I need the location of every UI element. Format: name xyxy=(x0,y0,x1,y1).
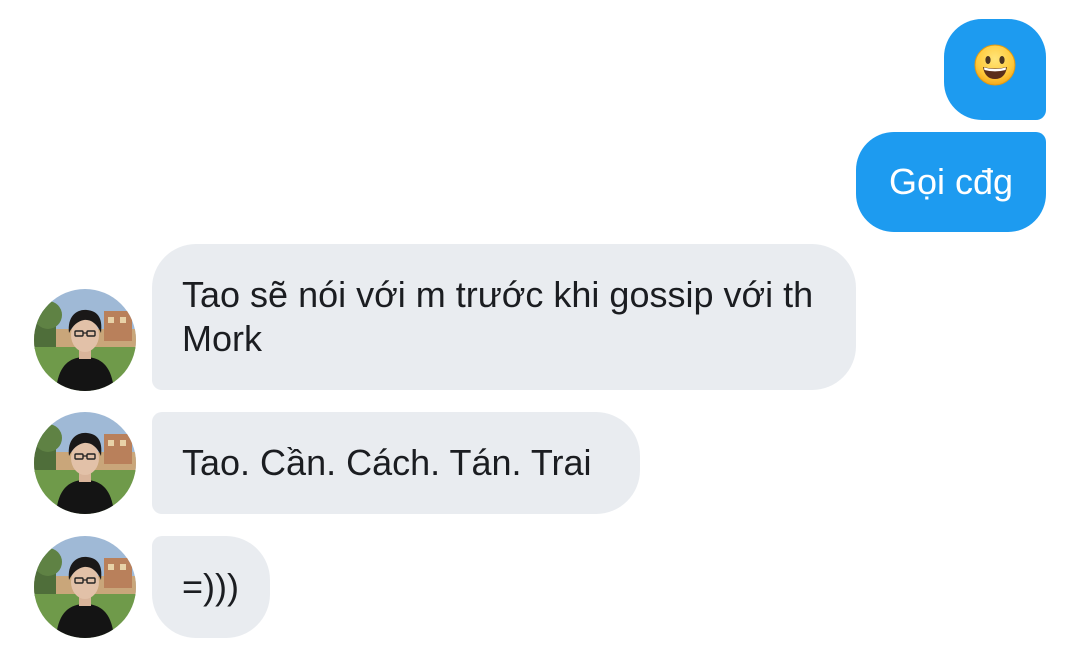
avatar[interactable] xyxy=(34,412,136,514)
incoming-message[interactable]: Tao. Cần. Cách. Tán. Trai xyxy=(152,412,640,514)
incoming-message[interactable]: =))) xyxy=(152,536,270,638)
chat-thread: Gọi cđg Tao sẽ nói với m trước khi gossi… xyxy=(0,0,1080,656)
grinning-face-icon xyxy=(973,43,1017,97)
incoming-message[interactable]: Tao sẽ nói với m trước khi gossip với th… xyxy=(152,244,856,390)
avatar[interactable] xyxy=(34,536,136,638)
message-text: Gọi cđg xyxy=(888,161,1014,202)
message-text: Tao sẽ nói với m trước khi gossip với th… xyxy=(182,274,814,359)
message-text: Tao. Cần. Cách. Tán. Trai xyxy=(182,442,592,483)
message-text: =))) xyxy=(182,566,239,607)
avatar[interactable] xyxy=(34,289,136,391)
outgoing-message-emoji[interactable] xyxy=(944,19,1046,120)
outgoing-message[interactable]: Gọi cđg xyxy=(856,132,1046,232)
